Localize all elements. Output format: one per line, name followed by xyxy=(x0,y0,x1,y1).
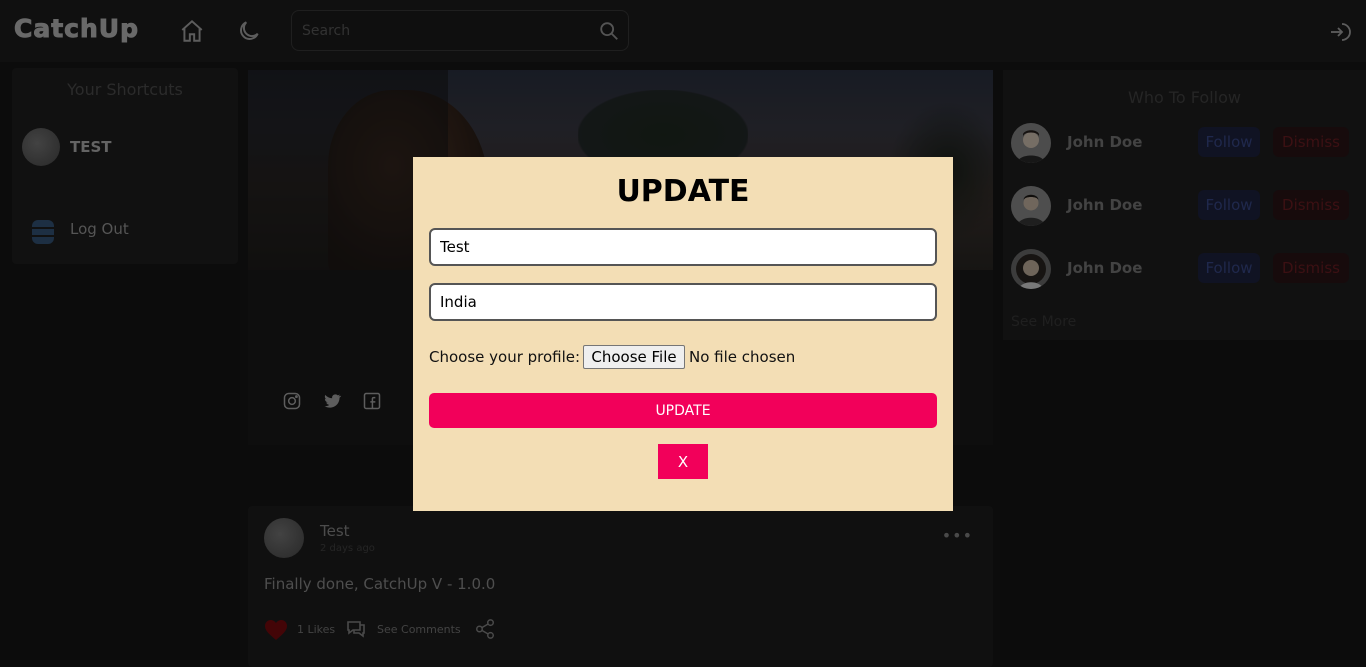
file-label: Choose your profile: xyxy=(429,348,581,366)
update-button[interactable]: UPDATE xyxy=(429,393,937,428)
country-field[interactable] xyxy=(429,283,937,321)
modal-title: UPDATE xyxy=(616,174,750,209)
close-button[interactable]: X xyxy=(658,444,708,479)
file-status: No file chosen xyxy=(689,348,796,366)
choose-file-button[interactable]: Choose File xyxy=(583,345,685,369)
update-modal: UPDATE Choose your profile: Choose File … xyxy=(413,157,953,511)
name-field[interactable] xyxy=(429,228,937,266)
